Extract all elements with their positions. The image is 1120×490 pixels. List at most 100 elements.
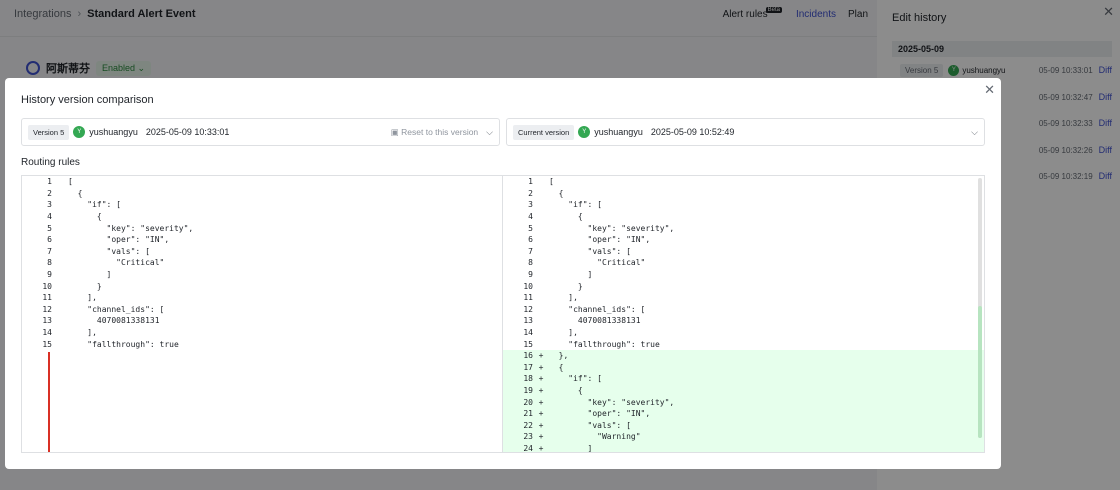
code-line: 15 "fallthrough": true bbox=[22, 338, 502, 350]
code-text: ], bbox=[549, 328, 578, 338]
code-text: [ bbox=[549, 177, 554, 187]
code-line: 19 + { bbox=[503, 384, 984, 397]
code-text: "oper": "IN", bbox=[549, 409, 651, 419]
line-number: 1 bbox=[47, 177, 52, 187]
code-text: { bbox=[549, 188, 564, 198]
code-text: { bbox=[549, 362, 564, 372]
chevron-down-icon: ⌵ bbox=[486, 126, 493, 137]
line-number: 2 bbox=[47, 188, 52, 198]
avatar: Y bbox=[578, 126, 591, 138]
code-line: 10 } bbox=[503, 280, 984, 292]
code-line: 18 + "if": [ bbox=[503, 373, 984, 385]
right-code-pane[interactable]: 1[2 {3 "if": [4 {5 "key": "severity", 6 "… bbox=[503, 176, 984, 453]
line-number: 9 bbox=[528, 270, 533, 280]
line-number: 12 bbox=[42, 304, 52, 314]
code-line: 10 } bbox=[22, 280, 502, 292]
line-number: 22 bbox=[523, 420, 533, 430]
line-number: 8 bbox=[528, 258, 533, 268]
version-comparison-modal: History version comparison ✕ Version 5 Y… bbox=[5, 78, 1001, 469]
diff-marker: + bbox=[538, 362, 544, 372]
left-version-select[interactable]: Version 5 Y yushuangyu 2025-05-09 10:33:… bbox=[21, 118, 500, 146]
line-number: 7 bbox=[47, 246, 52, 256]
code-line: 8 "Critical" bbox=[503, 257, 984, 269]
code-line: 2 { bbox=[503, 188, 984, 200]
code-line: 16 + }, bbox=[503, 349, 984, 362]
diff-marker: + bbox=[538, 432, 544, 442]
code-line: 7 "vals": [ bbox=[22, 246, 502, 258]
code-text: "if": [ bbox=[549, 374, 602, 384]
line-number: 10 bbox=[523, 281, 533, 291]
diff-marker: + bbox=[538, 374, 544, 384]
code-text: ] bbox=[549, 443, 593, 453]
reset-label: Reset to this version bbox=[401, 126, 479, 137]
code-line: 12 "channel_ids": [ bbox=[22, 304, 502, 316]
close-icon[interactable]: ✕ bbox=[984, 82, 995, 98]
reset-icon: ▣ bbox=[390, 126, 399, 137]
code-text: "if": [ bbox=[549, 200, 602, 210]
code-line: 6 "oper": "IN", bbox=[503, 234, 984, 246]
line-number: 11 bbox=[42, 293, 52, 303]
code-line: 24 + ] bbox=[503, 442, 984, 453]
line-number: 16 bbox=[523, 351, 533, 361]
code-text: { bbox=[549, 385, 583, 395]
code-text: { bbox=[549, 212, 583, 222]
code-text: "key": "severity", bbox=[549, 397, 675, 407]
line-number: 15 bbox=[523, 339, 533, 349]
code-text: "Critical" bbox=[549, 258, 646, 268]
code-text: } bbox=[68, 281, 102, 291]
code-text: ] bbox=[68, 270, 112, 280]
code-text: "Warning" bbox=[549, 432, 641, 442]
code-text: { bbox=[68, 188, 83, 198]
code-text: ], bbox=[68, 328, 97, 338]
code-line: 2 { bbox=[22, 188, 502, 200]
code-line: 1[ bbox=[22, 176, 502, 188]
code-line: 21 + "oper": "IN", bbox=[503, 407, 984, 420]
version-user: yushuangyu bbox=[89, 127, 138, 137]
line-number: 20 bbox=[523, 397, 533, 407]
code-line: 20 + "key": "severity", bbox=[503, 396, 984, 408]
code-text: [ bbox=[68, 177, 73, 187]
diff-marker: + bbox=[538, 443, 544, 453]
line-number: 6 bbox=[528, 235, 533, 245]
scrollbar-diff-thumb[interactable] bbox=[978, 306, 982, 438]
line-number: 4 bbox=[528, 212, 533, 222]
version-time: 2025-05-09 10:52:49 bbox=[650, 127, 735, 137]
line-number: 5 bbox=[47, 223, 52, 233]
version-tag: Version 5 bbox=[28, 124, 70, 140]
line-number: 14 bbox=[523, 328, 533, 338]
version-time: 2025-05-09 10:33:01 bbox=[145, 127, 230, 137]
code-line: 12 "channel_ids": [ bbox=[503, 304, 984, 316]
code-text: ], bbox=[68, 293, 97, 303]
code-line: 7 "vals": [ bbox=[503, 246, 984, 258]
line-number: 21 bbox=[523, 409, 533, 419]
code-line: 3 "if": [ bbox=[22, 199, 502, 211]
version-user: yushuangyu bbox=[594, 127, 643, 137]
line-number: 24 bbox=[523, 443, 533, 453]
code-line: 23 + "Warning" bbox=[503, 431, 984, 443]
code-text: "oper": "IN", bbox=[549, 235, 651, 245]
code-line: 9 ] bbox=[503, 269, 984, 281]
code-line: 13 4070081338131 bbox=[22, 315, 502, 327]
code-text: "Critical" bbox=[68, 258, 165, 268]
reset-version-button[interactable]: ▣ Reset to this version bbox=[391, 127, 478, 138]
right-version-select[interactable]: Current version Y yushuangyu 2025-05-09 … bbox=[506, 118, 985, 146]
code-line: 15 "fallthrough": true bbox=[503, 338, 984, 350]
code-text: { bbox=[68, 212, 102, 222]
code-line: 6 "oper": "IN", bbox=[22, 234, 502, 246]
left-code-pane[interactable]: 1[2 {3 "if": [4 {5 "key": "severity", 6 "… bbox=[22, 176, 503, 452]
chevron-down-icon: ⌵ bbox=[971, 126, 978, 137]
avatar: Y bbox=[73, 126, 86, 138]
diff-viewer: 1[2 {3 "if": [4 {5 "key": "severity", 6 "… bbox=[21, 175, 985, 453]
version-tag: Current version bbox=[513, 124, 575, 140]
modal-title: History version comparison bbox=[21, 94, 154, 106]
code-line: 22 + "vals": [ bbox=[503, 419, 984, 432]
diff-marker: + bbox=[538, 385, 544, 395]
code-line: 17 + { bbox=[503, 361, 984, 374]
line-number: 15 bbox=[42, 339, 52, 349]
diff-marker: + bbox=[538, 420, 544, 430]
diff-marker: + bbox=[538, 409, 544, 419]
line-number: 23 bbox=[523, 432, 533, 442]
code-line: 5 "key": "severity", bbox=[503, 222, 984, 234]
line-number: 10 bbox=[42, 281, 52, 291]
line-number: 3 bbox=[528, 200, 533, 210]
